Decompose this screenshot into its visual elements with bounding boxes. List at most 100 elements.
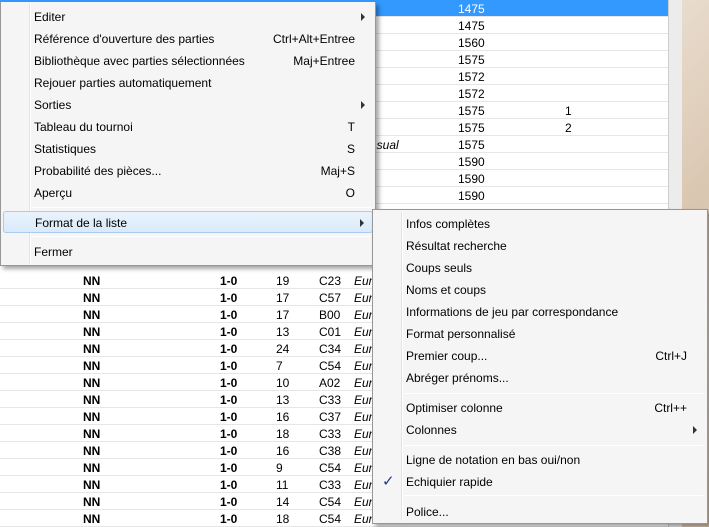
white-player-cell: NN: [83, 461, 101, 475]
context-menu: Editer Référence d'ouverture des parties C…: [0, 2, 376, 266]
menu-item-sorties[interactable]: Sorties: [3, 94, 373, 116]
submenu-arrow-icon: [361, 13, 365, 21]
eco-cell: C54: [319, 461, 342, 475]
menu-item-probabilite-des-pieces[interactable]: Probabilité des pièces... Maj+S: [3, 160, 373, 182]
submenu-item-echiquier-rapide[interactable]: ✓ Echiquier rapide: [375, 471, 705, 493]
white-player-cell: NN: [83, 512, 101, 526]
submenu-arrow-icon: [360, 219, 364, 227]
checkmark-icon: ✓: [382, 473, 395, 490]
event-cell: Eur: [354, 291, 373, 305]
round-cell: 2: [565, 121, 572, 135]
menu-item-label: Colonnes: [406, 423, 457, 437]
result-cell: 1-0: [220, 427, 238, 441]
menu-separator: [404, 393, 703, 394]
white-player-cell: NN: [83, 342, 101, 356]
menu-item-label: Echiquier rapide: [406, 475, 493, 489]
menu-item-bibliotheque-avec-parties-selectionnees[interactable]: Bibliothèque avec parties sélectionnées M…: [3, 50, 373, 72]
menu-item-shortcut: T: [347, 120, 355, 134]
menu-separator: [32, 207, 371, 208]
eco-cell: C33: [319, 478, 342, 492]
menu-item-fermer[interactable]: Fermer: [3, 241, 373, 263]
moves-cell: 13: [276, 393, 290, 407]
menu-item-label: Infos complètes: [406, 217, 491, 231]
result-cell: 1-0: [220, 444, 238, 458]
moves-cell: 17: [276, 308, 290, 322]
event-cell: Eur: [354, 512, 373, 526]
submenu-item-colonnes[interactable]: Colonnes: [375, 419, 705, 441]
eco-cell: C54: [319, 495, 342, 509]
event-cell: Eur: [354, 427, 373, 441]
result-cell: 1-0: [220, 478, 238, 492]
menu-item-label: Référence d'ouverture des parties: [34, 32, 215, 46]
moves-cell: 19: [276, 274, 290, 288]
white-player-cell: NN: [83, 393, 101, 407]
menu-item-label: Ligne de notation en bas oui/non: [406, 453, 581, 467]
white-player-cell: NN: [83, 495, 101, 509]
result-cell: 1-0: [220, 291, 238, 305]
menu-item-apercu[interactable]: Aperçu O: [3, 182, 373, 204]
submenu-item-optimiser-colonne[interactable]: Optimiser colonne Ctrl++: [375, 397, 705, 419]
moves-cell: 16: [276, 410, 290, 424]
submenu-item-resultat-recherche[interactable]: Résultat recherche: [375, 235, 705, 257]
submenu-item-noms-et-coups[interactable]: Noms et coups: [375, 279, 705, 301]
eco-cell: C54: [319, 512, 342, 526]
menu-separator: [404, 445, 703, 446]
submenu-item-informations-de-jeu-par-correspondance[interactable]: Informations de jeu par correspondance: [375, 301, 705, 323]
elo-cell: 1575: [458, 138, 485, 152]
list-format-submenu: Infos complètes Résultat recherche Coups s…: [372, 209, 708, 524]
white-player-cell: NN: [83, 359, 101, 373]
result-cell: 1-0: [220, 512, 238, 526]
event-cell: Eur: [354, 393, 373, 407]
submenu-arrow-icon: [693, 426, 697, 434]
moves-cell: 24: [276, 342, 290, 356]
menu-item-editer[interactable]: Editer: [3, 6, 373, 28]
elo-cell: 1590: [458, 172, 485, 186]
result-cell: 1-0: [220, 393, 238, 407]
menu-item-tableau-du-tournoi[interactable]: Tableau du tournoi T: [3, 116, 373, 138]
moves-cell: 9: [276, 461, 283, 475]
eco-cell: C57: [319, 291, 342, 305]
menu-item-label: Aperçu: [34, 186, 73, 200]
eco-cell: C01: [319, 325, 342, 339]
elo-cell: 1560: [458, 36, 485, 50]
menu-item-label: Police...: [406, 505, 449, 519]
submenu-item-infos-completes[interactable]: Infos complètes: [375, 213, 705, 235]
menu-item-shortcut: Ctrl++: [654, 401, 687, 415]
menu-item-rejouer-parties-automatiquement[interactable]: Rejouer parties automatiquement: [3, 72, 373, 94]
elo-cell: 1572: [458, 87, 485, 101]
white-player-cell: NN: [83, 478, 101, 492]
white-player-cell: NN: [83, 376, 101, 390]
result-cell: 1-0: [220, 410, 238, 424]
white-player-cell: NN: [83, 291, 101, 305]
moves-cell: 7: [276, 359, 283, 373]
menu-item-reference-d-ouverture-des-parties[interactable]: Référence d'ouverture des parties Ctrl+Al…: [3, 28, 373, 50]
menu-item-label: Informations de jeu par correspondance: [406, 305, 619, 319]
result-cell: 1-0: [220, 274, 238, 288]
menu-item-shortcut: Maj+Entree: [293, 54, 355, 68]
event-cell: Eur: [354, 495, 373, 509]
submenu-item-abreger-prenoms[interactable]: Abréger prénoms...: [375, 367, 705, 389]
moves-cell: 10: [276, 376, 290, 390]
submenu-item-ligne-de-notation-en-bas-oui-non[interactable]: Ligne de notation en bas oui/non: [375, 449, 705, 471]
round-cell: 1: [565, 104, 572, 118]
elo-cell: 1590: [458, 155, 485, 169]
elo-cell: 1575: [458, 121, 485, 135]
result-cell: 1-0: [220, 342, 238, 356]
menu-item-label: Statistiques: [34, 142, 97, 156]
event-cell: Eur: [354, 359, 373, 373]
submenu-item-coups-seuls[interactable]: Coups seuls: [375, 257, 705, 279]
menu-item-label: Bibliothèque avec parties sélectionnées: [34, 54, 245, 68]
menu-item-shortcut: Ctrl+Alt+Entree: [272, 32, 355, 46]
menu-item-format-de-la-liste[interactable]: Format de la liste: [3, 211, 373, 233]
submenu-item-format-personnalise[interactable]: Format personnalisé: [375, 323, 705, 345]
result-cell: 1-0: [220, 376, 238, 390]
elo-cell: 1575: [458, 53, 485, 67]
submenu-item-premier-coup[interactable]: Premier coup... Ctrl+J: [375, 345, 705, 367]
eco-cell: C54: [319, 359, 342, 373]
white-player-cell: NN: [83, 410, 101, 424]
event-cell: Eur: [354, 478, 373, 492]
eco-cell: C33: [319, 393, 342, 407]
event-cell: Eur: [354, 461, 373, 475]
submenu-item-police[interactable]: Police...: [375, 501, 705, 523]
menu-item-statistiques[interactable]: Statistiques S: [3, 138, 373, 160]
